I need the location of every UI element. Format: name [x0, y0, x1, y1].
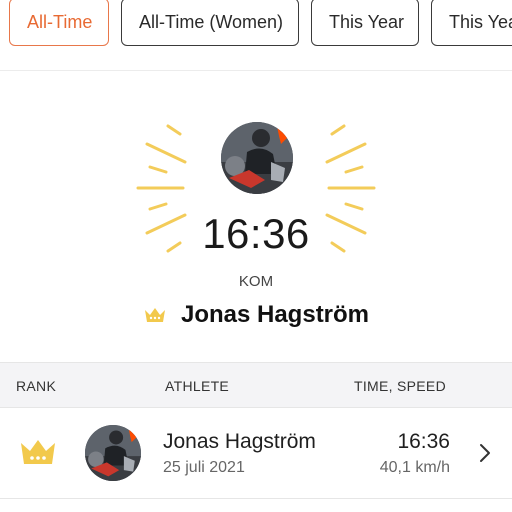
chevron-right-icon[interactable]	[478, 442, 492, 464]
crown-icon	[144, 308, 165, 322]
header-athlete: ATHLETE	[165, 378, 230, 394]
athlete-photo-icon	[85, 425, 141, 481]
kom-label: KOM	[238, 273, 274, 290]
crown-icon	[21, 440, 55, 464]
athlete-avatar[interactable]	[221, 122, 293, 194]
kom-hero: 16:36 KOM Jonas Hagström	[0, 71, 512, 362]
header-time-speed: TIME, SPEED	[354, 378, 446, 394]
filter-bar: All-Time All-Time (Women) This Year This…	[0, 0, 512, 70]
row-speed: 40,1 km/h	[379, 459, 450, 476]
row-time: 16:36	[397, 430, 450, 453]
kom-holder[interactable]: Jonas Hagström	[0, 301, 512, 329]
kom-time: 16:36	[202, 210, 310, 257]
filter-this-year[interactable]: This Year	[311, 0, 419, 46]
filter-partial[interactable]: This Yea	[431, 0, 512, 46]
leaderboard-header: RANK ATHLETE TIME, SPEED	[0, 362, 512, 408]
row-date: 25 juli 2021	[163, 459, 245, 476]
filter-all-time[interactable]: All-Time	[9, 0, 109, 46]
athlete-photo-icon	[221, 122, 293, 194]
header-rank: RANK	[16, 378, 57, 394]
row-athlete-name: Jonas Hagström	[163, 430, 316, 453]
row-athlete-avatar[interactable]	[85, 425, 141, 481]
leaderboard-row[interactable]: Jonas Hagström 25 juli 2021 16:36 40,1 k…	[0, 408, 512, 499]
filter-all-time-women[interactable]: All-Time (Women)	[121, 0, 299, 46]
kom-holder-name: Jonas Hagström	[180, 301, 370, 328]
